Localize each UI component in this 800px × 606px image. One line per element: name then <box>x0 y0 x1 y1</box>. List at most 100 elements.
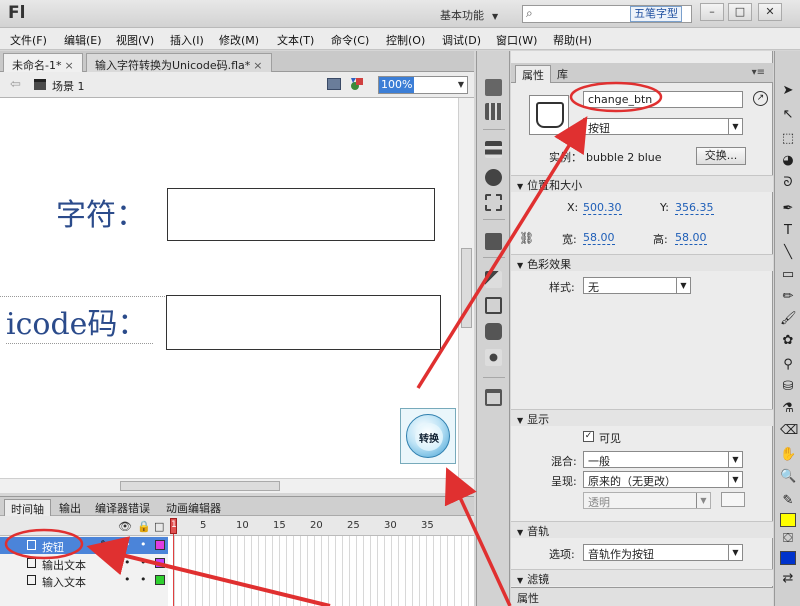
pen-tool-icon[interactable]: ✒ <box>780 201 796 217</box>
component-inspector-icon[interactable] <box>485 349 502 366</box>
scroll-thumb[interactable] <box>120 481 280 491</box>
subselection-tool-icon[interactable]: ↖ <box>780 107 796 123</box>
close-button[interactable]: ✕ <box>758 3 782 21</box>
timeline-frames[interactable] <box>168 536 474 606</box>
stage[interactable]: 字符： icode码： 转换 <box>0 98 458 478</box>
layer-input-text[interactable]: 输入文本 • • <box>0 572 168 589</box>
menu-commands[interactable]: 命令(C) <box>331 32 369 48</box>
layer-color-swatch[interactable] <box>155 540 165 550</box>
style-select[interactable]: 无 ▼ <box>583 277 691 294</box>
visibility-dot[interactable]: • <box>124 538 131 551</box>
blend-select[interactable]: 一般 ▼ <box>583 451 743 468</box>
menu-help[interactable]: 帮助(H) <box>553 32 592 48</box>
eyedropper-tool-icon[interactable]: ⚗ <box>780 401 796 417</box>
height-value[interactable]: 58.00 <box>675 231 707 245</box>
panel-menu-icon[interactable]: ▾≡ <box>752 67 765 78</box>
tab-properties[interactable]: 属性 <box>515 65 551 83</box>
brush-tool-icon[interactable]: 🖌 <box>780 311 797 327</box>
workspace-switcher[interactable]: 基本功能 ▼ <box>440 7 498 23</box>
scroll-thumb[interactable] <box>461 248 472 328</box>
pencil-tool-icon[interactable]: ✏ <box>780 289 796 305</box>
section-filters[interactable]: ▼ 滤镜 <box>511 569 773 586</box>
components-panel-icon[interactable] <box>485 323 502 340</box>
line-tool-icon[interactable]: ╲ <box>780 245 796 261</box>
section-position-size[interactable]: ▼ 位置和大小 <box>511 175 773 192</box>
edit-symbols-icon[interactable] <box>350 77 364 91</box>
fill-color-icon[interactable]: ⛋ <box>780 531 796 547</box>
menu-edit[interactable]: 编辑(E) <box>64 32 102 48</box>
history-panel-icon[interactable] <box>485 297 502 314</box>
edit-scene-icon[interactable] <box>327 78 341 90</box>
visibility-dot[interactable]: • <box>124 573 131 586</box>
outline-icon[interactable]: □ <box>154 520 164 533</box>
eye-icon[interactable]: 👁 <box>118 520 132 533</box>
stroke-color-icon[interactable]: ✎ <box>780 493 796 509</box>
visibility-dot[interactable]: • <box>124 556 131 569</box>
swap-colors-icon[interactable]: ⇄ <box>780 571 796 587</box>
tab-motion-editor[interactable]: 动画编辑器 <box>160 499 227 517</box>
tab-library[interactable]: 库 <box>551 65 574 83</box>
swap-instance-icon[interactable]: ↗ <box>753 91 768 106</box>
lock-icon[interactable]: 🔒 <box>137 520 151 533</box>
unicode-output-field[interactable] <box>166 295 441 350</box>
lock-dot[interactable]: • <box>140 573 147 586</box>
x-value[interactable]: 500.30 <box>583 201 622 215</box>
ime-indicator[interactable]: 五笔字型 <box>630 6 682 22</box>
zoom-select[interactable]: 100% ▼ <box>378 76 468 94</box>
minimize-button[interactable]: – <box>700 3 724 21</box>
free-transform-tool-icon[interactable]: ⬚ <box>780 131 796 147</box>
tab-untitled-1[interactable]: 未命名-1* × <box>3 53 83 72</box>
menu-insert[interactable]: 插入(I) <box>170 32 204 48</box>
maximize-button[interactable]: □ <box>728 3 752 21</box>
zoom-tool-icon[interactable]: 🔍 <box>780 469 796 485</box>
fill-color-swatch[interactable] <box>780 551 796 565</box>
tab-unicode-fla[interactable]: 输入字符转换为Unicode码.fla* × <box>86 53 272 72</box>
hand-tool-icon[interactable]: ✋ <box>780 447 796 463</box>
rectangle-tool-icon[interactable]: ▭ <box>780 267 796 283</box>
convert-button-symbol[interactable]: 转换 <box>400 408 456 464</box>
layer-button[interactable]: 按钮 ✎ • • <box>0 537 168 554</box>
track-select[interactable]: 音轨作为按钮 ▼ <box>583 544 743 561</box>
eraser-tool-icon[interactable]: ⌫ <box>780 423 798 439</box>
layer-output-text[interactable]: 输出文本 • • <box>0 555 168 572</box>
menu-window[interactable]: 窗口(W) <box>496 32 537 48</box>
library-panel-icon[interactable] <box>485 389 502 406</box>
stage-vertical-scrollbar[interactable] <box>458 98 474 478</box>
playhead[interactable]: 1 <box>170 518 177 534</box>
deco-tool-icon[interactable]: ✿ <box>780 333 796 349</box>
selection-tool-icon[interactable]: ➤ <box>780 83 796 99</box>
tab-output[interactable]: 输出 <box>53 499 87 517</box>
close-icon[interactable]: × <box>64 59 73 72</box>
code-snippets-icon[interactable] <box>485 233 502 250</box>
3d-rotation-tool-icon[interactable]: ◕ <box>780 153 796 169</box>
tab-compiler-errors[interactable]: 编译器错误 <box>89 499 156 517</box>
menu-modify[interactable]: 修改(M) <box>219 32 259 48</box>
properties-bottom-tab[interactable]: 属性 <box>511 587 773 606</box>
bone-tool-icon[interactable]: ⚲ <box>780 357 796 373</box>
width-value[interactable]: 58.00 <box>583 231 615 245</box>
visible-checkbox[interactable]: ✓ <box>583 431 594 442</box>
swatches-panel-icon[interactable] <box>485 103 502 120</box>
render-select[interactable]: 原来的（无更改） ▼ <box>583 471 743 488</box>
link-chain-icon[interactable]: ⛓ <box>519 231 534 245</box>
tab-timeline[interactable]: 时间轴 <box>4 499 51 517</box>
section-display[interactable]: ▼ 显示 <box>511 409 773 426</box>
color-panel-icon[interactable] <box>485 79 502 96</box>
layer-color-swatch[interactable] <box>155 558 165 568</box>
stroke-color-swatch[interactable] <box>780 513 796 527</box>
back-arrow-icon[interactable]: ⇦ <box>10 77 21 92</box>
swap-button[interactable]: 交换... <box>696 147 746 165</box>
menu-view[interactable]: 视图(V) <box>116 32 154 48</box>
instance-name-input[interactable]: change_btn <box>583 91 743 108</box>
scene-label[interactable]: 场景 1 <box>52 78 85 94</box>
lasso-tool-icon[interactable]: ᘐ <box>780 175 796 191</box>
paint-bucket-tool-icon[interactable]: ⛁ <box>780 379 796 395</box>
y-value[interactable]: 356.35 <box>675 201 714 215</box>
menu-debug[interactable]: 调试(D) <box>442 32 481 48</box>
char-input-field[interactable] <box>167 188 435 241</box>
layer-color-swatch[interactable] <box>155 575 165 585</box>
align-panel-icon[interactable] <box>485 141 502 158</box>
stage-horizontal-scrollbar[interactable] <box>0 478 474 493</box>
info-panel-icon[interactable] <box>485 169 502 186</box>
symbol-type-select[interactable]: 按钮 ▼ <box>583 118 743 135</box>
